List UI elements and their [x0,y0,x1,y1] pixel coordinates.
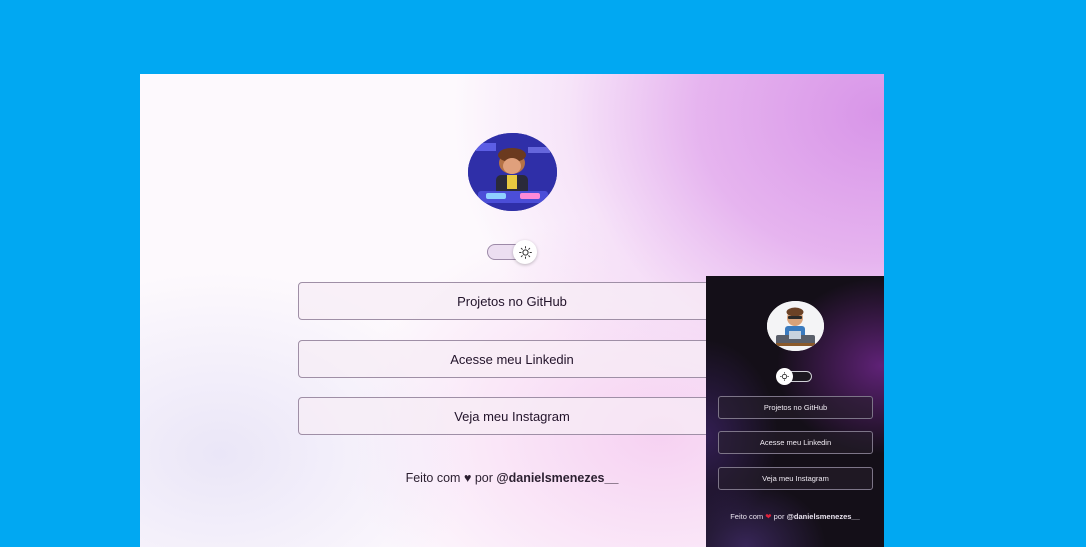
footer-small-prefix: Feito com [730,512,764,521]
heart-icon: ♥ [463,471,472,485]
avatar-illustration-small [767,301,824,351]
mobile-preview: Projetos no GitHub Acesse meu Linkedin V… [706,276,884,547]
moon-icon [776,368,793,385]
theme-toggle[interactable] [487,240,537,264]
profile-avatar-small [767,301,824,351]
profile-avatar [468,133,557,211]
heart-icon-red: ❤ [765,512,772,521]
linkedin-button[interactable]: Acesse meu Linkedin [298,340,726,378]
footer-small-middle: por [773,512,785,521]
linkedin-button-small[interactable]: Acesse meu Linkedin [718,431,873,454]
linkedin-button-label: Acesse meu Linkedin [450,351,574,367]
linkedin-button-small-label: Acesse meu Linkedin [759,438,832,447]
theme-toggle-small[interactable] [776,368,812,385]
github-button-small-label: Projetos no GitHub [763,403,828,412]
instagram-button-small-label: Veja meu Instagram [762,474,829,483]
avatar-illustration [468,133,557,211]
sun-icon [513,240,537,264]
instagram-button-small[interactable]: Veja meu Instagram [718,467,873,490]
footer: Feito com ♥ por @danielsmenezes__ [298,471,726,485]
github-button-small[interactable]: Projetos no GitHub [718,396,873,419]
footer-middle: por [474,471,493,485]
instagram-button-label: Veja meu Instagram [454,408,570,424]
footer-prefix: Feito com [405,471,461,485]
footer-small-handle-link[interactable]: @danielsmenezes__ [787,512,860,521]
instagram-button[interactable]: Veja meu Instagram [298,397,726,435]
footer-small: Feito com ❤ por @danielsmenezes__ [706,512,884,521]
footer-handle-link[interactable]: @danielsmenezes__ [496,471,618,485]
github-button[interactable]: Projetos no GitHub [298,282,726,320]
github-button-label: Projetos no GitHub [457,293,567,309]
